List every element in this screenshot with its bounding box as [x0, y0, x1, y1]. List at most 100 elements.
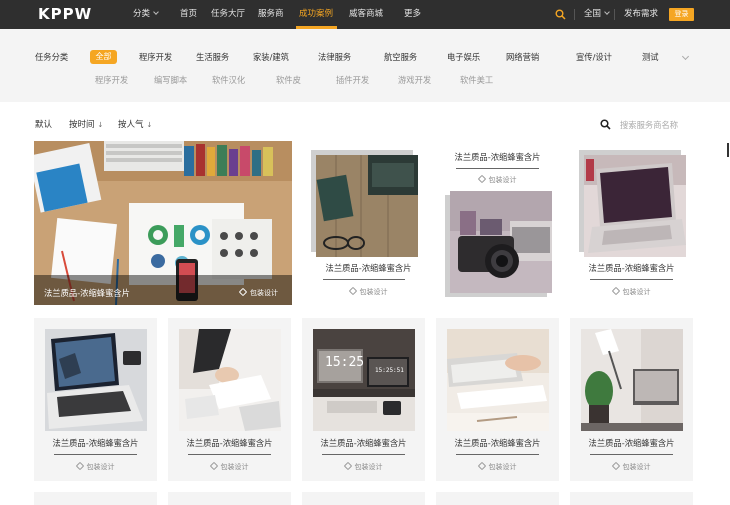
filter-category[interactable]: 家装/建筑 [253, 51, 289, 63]
case-photo [316, 155, 418, 257]
filter-category[interactable]: 法律服务 [318, 51, 351, 63]
card-tag: 包装设计 [238, 287, 278, 298]
featured-case-card[interactable]: 法兰质品-浓缩蜂蜜含片 包装设计 [34, 141, 292, 305]
card-title: 法兰质品-浓缩蜂蜜含片 [44, 288, 130, 298]
filter-subcategory[interactable]: 软件汉化 [212, 74, 245, 86]
case-photo [584, 155, 686, 257]
case-photo [313, 329, 415, 431]
filter-category[interactable]: 生活服务 [196, 51, 229, 63]
card-title[interactable]: 法兰质品-浓缩蜂蜜含片 [34, 437, 157, 449]
filter-subcategory[interactable]: 插件开发 [336, 74, 369, 86]
case-card-photo[interactable] [45, 329, 147, 431]
card-tag: 包装设计 [436, 461, 559, 472]
case-card-photo[interactable] [450, 191, 552, 293]
case-card-photo[interactable] [581, 329, 683, 431]
nav-success-cases[interactable]: 成功案例 [299, 0, 333, 29]
search-icon[interactable] [555, 9, 566, 20]
card-divider [590, 454, 673, 455]
card-tag: 包装设计 [168, 461, 291, 472]
case-photo [45, 329, 147, 431]
case-card[interactable] [570, 492, 693, 505]
card-tag: 包装设计 [440, 174, 555, 185]
case-card[interactable] [34, 492, 157, 505]
card-divider [456, 454, 539, 455]
nav-task-hall[interactable]: 任务大厅 [211, 0, 245, 29]
clock-display-large: 15:25 [325, 355, 365, 370]
case-photo [581, 329, 683, 431]
filter-category[interactable]: 宣传/设计 [576, 51, 612, 63]
case-card-photo[interactable]: 15:25 15:25:51 [313, 329, 415, 431]
case-card[interactable] [436, 492, 559, 505]
tag-icon [477, 461, 486, 471]
card-tag-label: 包装设计 [488, 463, 517, 471]
category-filter-panel [0, 29, 730, 102]
filter-category[interactable]: 网络营销 [506, 51, 539, 63]
card-tag-label: 包装设计 [488, 176, 517, 184]
nav-more[interactable]: 更多 [404, 0, 421, 29]
arrow-down-icon: ↓ [146, 121, 153, 129]
case-card-photo[interactable] [316, 155, 418, 257]
chevron-down-icon [604, 9, 610, 15]
filter-subcategory[interactable]: 游戏开发 [398, 74, 431, 86]
sort-by-time-label: 按时间 [69, 120, 95, 130]
chevron-down-icon [153, 9, 159, 15]
card-title[interactable]: 法兰质品-浓缩蜂蜜含片 [436, 437, 559, 449]
card-tag-label: 包装设计 [354, 463, 383, 471]
card-tag: 包装设计 [34, 461, 157, 472]
card-title[interactable]: 法兰质品-浓缩蜂蜜含片 [302, 437, 425, 449]
filter-subcategory[interactable]: 编写脚本 [154, 74, 187, 86]
filter-subcategory[interactable]: 程序开发 [95, 74, 128, 86]
sort-default[interactable]: 默认 [35, 119, 52, 131]
filter-category[interactable]: 程序开发 [139, 51, 172, 63]
card-divider [54, 454, 137, 455]
case-photo [179, 329, 281, 431]
tag-icon [611, 461, 620, 471]
case-photo [450, 191, 552, 293]
tag-icon [477, 174, 486, 184]
arrow-down-icon: ↓ [97, 121, 104, 129]
region-label: 全国 [584, 9, 602, 19]
filter-subcategory[interactable]: 软件美工 [460, 74, 493, 86]
card-divider [188, 454, 271, 455]
card-divider [456, 168, 539, 169]
filter-subcategory[interactable]: 软件皮 [276, 74, 301, 86]
filter-category[interactable]: 电子娱乐 [447, 51, 480, 63]
card-divider [590, 279, 673, 280]
tag-icon [611, 286, 620, 296]
card-title[interactable]: 法兰质品-浓缩蜂蜜含片 [168, 437, 291, 449]
nav-witkey-mall[interactable]: 威客商城 [349, 0, 383, 29]
case-card[interactable] [302, 492, 425, 505]
case-card-photo[interactable] [447, 329, 549, 431]
search-icon[interactable] [600, 119, 611, 130]
tag-icon [238, 287, 248, 297]
region-selector[interactable]: 全国 [584, 0, 610, 29]
nav-category[interactable]: 分类 [133, 0, 159, 29]
card-tag-label: 包装设计 [622, 288, 651, 296]
case-card-photo[interactable] [179, 329, 281, 431]
card-title[interactable]: 法兰质品-浓缩蜂蜜含片 [570, 437, 693, 449]
card-title[interactable]: 法兰质品-浓缩蜂蜜含片 [574, 262, 689, 274]
login-button[interactable]: 登录 [669, 8, 694, 21]
divider [574, 9, 575, 20]
card-tag: 包装设计 [570, 461, 693, 472]
case-card[interactable] [168, 492, 291, 505]
sort-by-time[interactable]: 按时间 ↓ [69, 119, 103, 131]
case-card-photo[interactable] [584, 155, 686, 257]
logo[interactable]: KPPW [38, 6, 92, 23]
sort-by-popularity[interactable]: 按人气 ↓ [118, 119, 152, 131]
nav-service-providers[interactable]: 服务商 [258, 0, 284, 29]
filter-category[interactable]: 测试 [642, 51, 659, 63]
tag-icon [343, 461, 352, 471]
card-title[interactable]: 法兰质品-浓缩蜂蜜含片 [440, 151, 555, 163]
provider-search-input[interactable]: 搜索服务商名称 [620, 119, 678, 131]
tag-icon [348, 286, 357, 296]
filter-all-button[interactable]: 全部 [90, 50, 117, 64]
nav-category-label: 分类 [133, 9, 151, 19]
filter-category[interactable]: 航空服务 [384, 51, 417, 63]
scroll-marker [727, 143, 729, 157]
nav-home[interactable]: 首页 [180, 0, 197, 29]
card-title[interactable]: 法兰质品-浓缩蜂蜜含片 [311, 262, 426, 274]
card-tag-label: 包装设计 [220, 463, 249, 471]
post-task-link[interactable]: 发布需求 [624, 0, 658, 29]
divider [614, 9, 615, 20]
